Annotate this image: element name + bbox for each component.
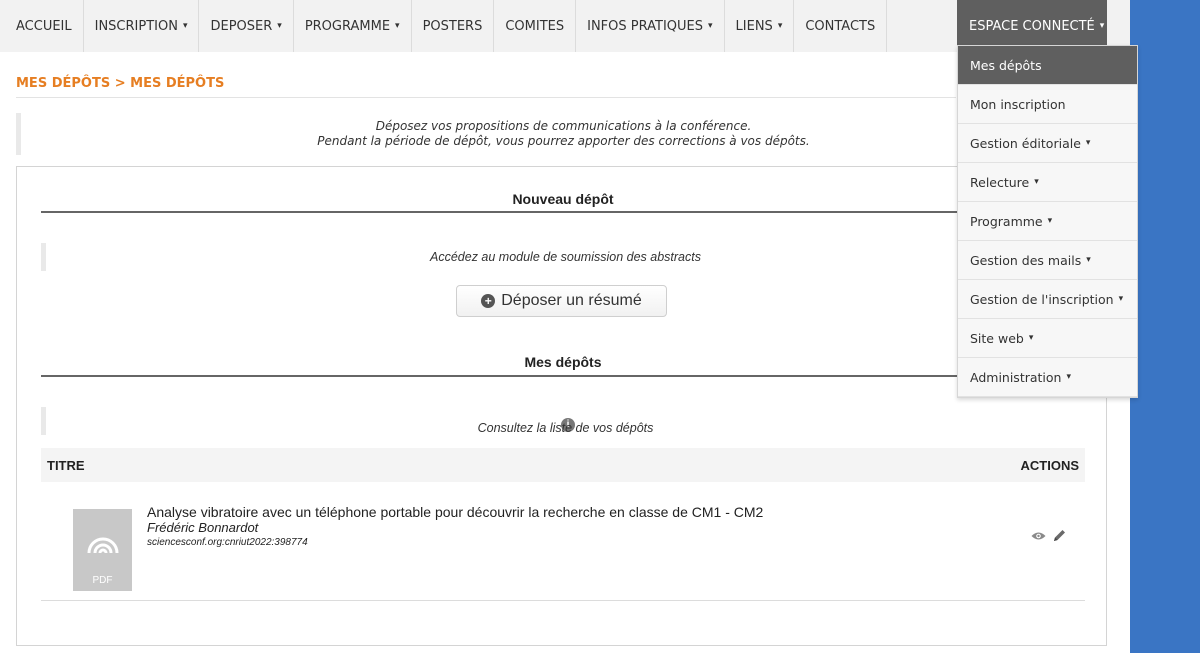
deposits-table-header: TITRE ACTIONS [41,448,1085,482]
menu-item-gestion-inscription[interactable]: Gestion de l'inscription ▾ [958,280,1137,319]
intro-line: Pendant la période de dépôt, vous pourre… [317,134,810,148]
caret-down-icon: ▾ [1118,294,1124,304]
sciencesconf-logo-icon [87,537,119,554]
deposit-title: Analyse vibratoire avec un téléphone por… [147,504,764,520]
nav-liens[interactable]: LIENS ▾ [725,0,795,52]
espace-connecte-dropdown: Mes dépôts Mon inscription Gestion édito… [957,45,1138,398]
caret-down-icon: ▾ [1085,138,1091,148]
pencil-icon[interactable] [1052,528,1067,543]
pdf-label: PDF [92,575,113,586]
new-deposit-heading: Nouveau dépôt [512,191,614,207]
nav-programme[interactable]: PROGRAMME ▾ [294,0,412,52]
pdf-file-thumbnail[interactable]: PDF [73,509,132,591]
section-divider [41,211,1085,213]
menu-item-administration[interactable]: Administration ▾ [958,358,1137,397]
deposit-reference: sciencesconf.org:cnriut2022:398774 [147,537,308,548]
caret-down-icon: ▾ [277,21,282,31]
eye-icon[interactable] [1031,531,1046,541]
caret-down-icon: ▾ [182,21,188,31]
caret-down-icon: ▾ [395,21,400,31]
caret-down-icon: ▾ [1066,372,1071,382]
nav-inscription[interactable]: INSCRIPTION ▾ [84,0,200,52]
row-actions [1031,528,1067,543]
breadcrumb-divider [16,97,956,98]
menu-item-mes-depots[interactable]: Mes dépôts [958,46,1137,85]
page-background-band [1130,0,1200,653]
nav-accueil[interactable]: ACCUEIL [0,0,84,52]
menu-item-gestion-editoriale[interactable]: Gestion éditoriale ▾ [958,124,1137,163]
caret-down-icon: ▾ [1034,177,1039,187]
intro-notice: Déposez vos propositions de communicatio… [16,113,1106,155]
nav-comites[interactable]: COMITES [494,0,577,52]
my-deposits-note: Consultez la liste de vos dépôts i [41,407,1085,435]
deposit-author: Frédéric Bonnardot [147,520,259,535]
caret-down-icon: ▾ [708,21,713,31]
column-header-actions: ACTIONS [1020,458,1080,473]
breadcrumb: MES DÉPÔTS > MES DÉPÔTS [16,76,225,91]
caret-down-icon: ▾ [1099,21,1105,31]
deposits-panel: Nouveau dépôt Accédez au module de soumi… [16,166,1107,646]
menu-item-programme[interactable]: Programme ▾ [958,202,1137,241]
nav-contacts[interactable]: CONTACTS [794,0,888,52]
table-row: PDF Analyse vibratoire avec un téléphone… [41,482,1085,601]
my-deposits-heading: Mes dépôts [524,354,602,370]
caret-down-icon: ▾ [1028,333,1034,343]
nav-posters[interactable]: POSTERS [412,0,495,52]
caret-down-icon: ▾ [777,21,783,31]
column-header-title: TITRE [47,458,85,473]
caret-down-icon: ▾ [1086,255,1091,265]
menu-item-site-web[interactable]: Site web ▾ [958,319,1137,358]
nav-deposer[interactable]: DEPOSER ▾ [199,0,294,52]
submit-abstract-button[interactable]: + Déposer un résumé [456,285,667,317]
intro-line: Déposez vos propositions de communicatio… [375,119,752,133]
caret-down-icon: ▾ [1047,216,1053,226]
menu-item-gestion-des-mails[interactable]: Gestion des mails ▾ [958,241,1137,280]
nav-infos-pratiques[interactable]: INFOS PRATIQUES ▾ [576,0,725,52]
menu-item-relecture[interactable]: Relecture ▾ [958,163,1137,202]
section-divider [41,375,1085,377]
new-deposit-note: Accédez au module de soumission des abst… [41,243,1085,271]
menu-item-mon-inscription[interactable]: Mon inscription [958,85,1137,124]
plus-circle-icon: + [481,294,496,308]
